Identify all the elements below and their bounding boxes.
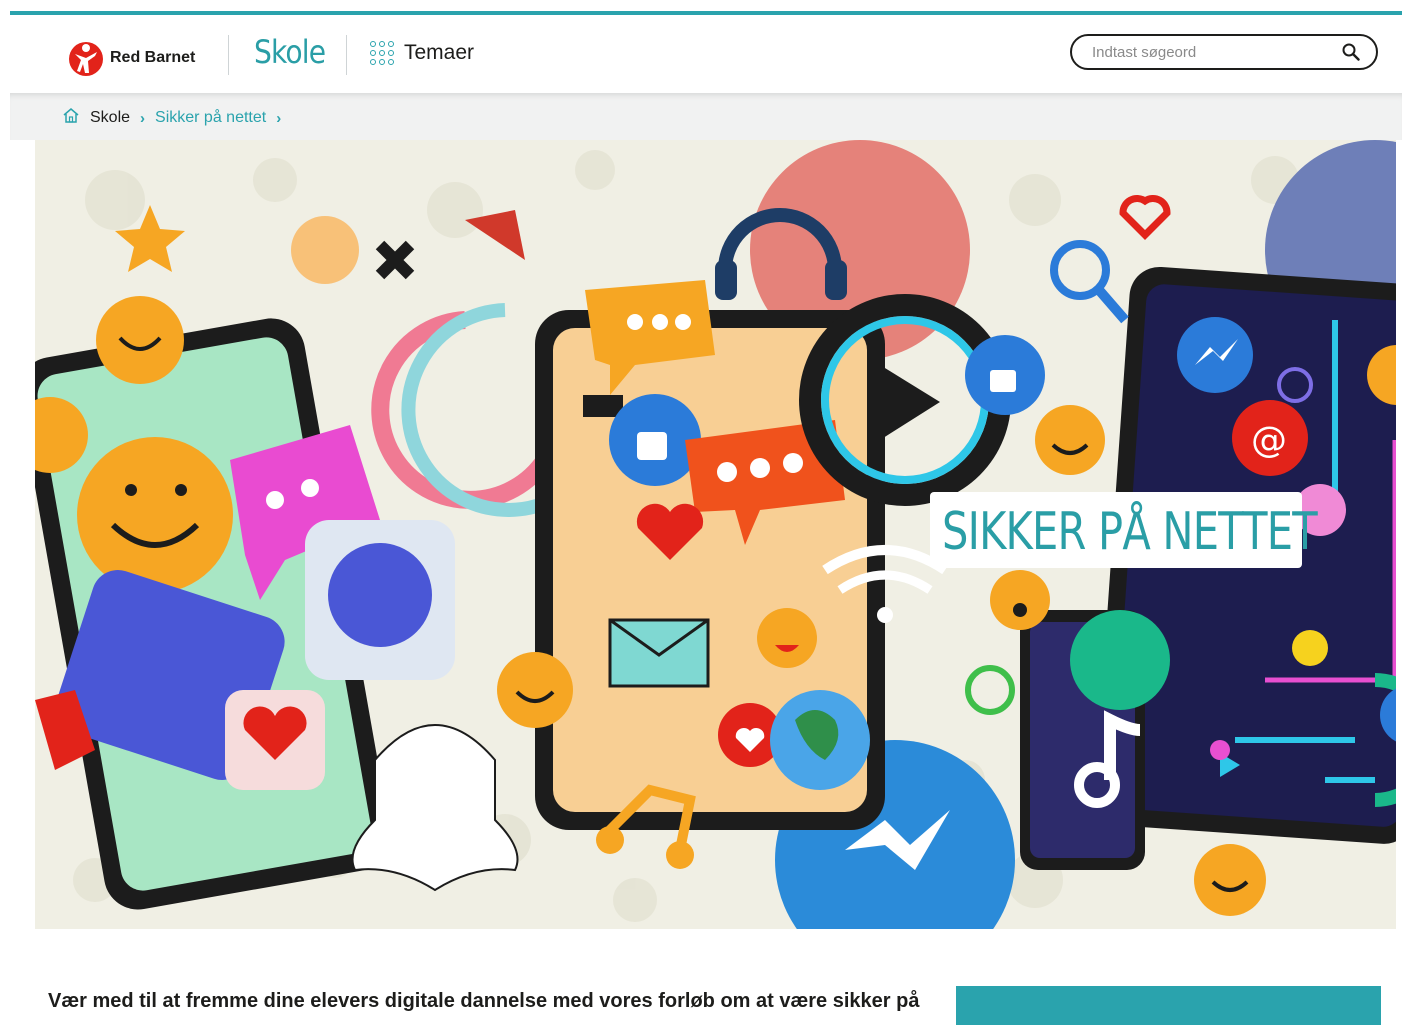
chevron-right-icon: › xyxy=(276,109,282,127)
home-icon[interactable] xyxy=(62,107,80,129)
breadcrumb-item-sikker-paa-nettet[interactable]: Sikker på nettet xyxy=(155,109,266,127)
themes-menu-button[interactable]: Temaer xyxy=(370,41,474,65)
header-divider xyxy=(346,35,347,75)
breadcrumb: Skole › Sikker på nettet › xyxy=(62,107,281,129)
search-icon[interactable] xyxy=(1342,43,1360,66)
search-input[interactable] xyxy=(1090,43,1334,62)
hero-banner: @ SIKKER PÅ NETTET xyxy=(35,140,1396,929)
breadcrumb-bar: Skole › Sikker på nettet › xyxy=(10,93,1402,140)
red-barnet-emblem-icon xyxy=(69,42,103,76)
search-box xyxy=(1070,34,1378,70)
intro-text: Vær med til at fremme dine elevers digit… xyxy=(48,990,920,1012)
section-title-link[interactable]: Skole xyxy=(254,33,326,71)
site-header: Red Barnet Skole Temaer xyxy=(10,15,1402,93)
logo-text: Red Barnet xyxy=(110,49,196,66)
hero-title: SIKKER PÅ NETTET xyxy=(942,502,1318,562)
hero-title-box: SIKKER PÅ NETTET xyxy=(930,492,1318,568)
svg-text:@: @ xyxy=(1251,420,1287,461)
header-divider xyxy=(228,35,229,75)
grid-dots-icon xyxy=(370,41,394,65)
red-barnet-logo[interactable]: Red Barnet xyxy=(68,39,195,77)
sidebar-teal-box xyxy=(956,986,1381,1025)
breadcrumb-item-skole[interactable]: Skole xyxy=(90,109,130,127)
themes-label: Temaer xyxy=(404,41,475,64)
chevron-right-icon: › xyxy=(140,109,146,127)
